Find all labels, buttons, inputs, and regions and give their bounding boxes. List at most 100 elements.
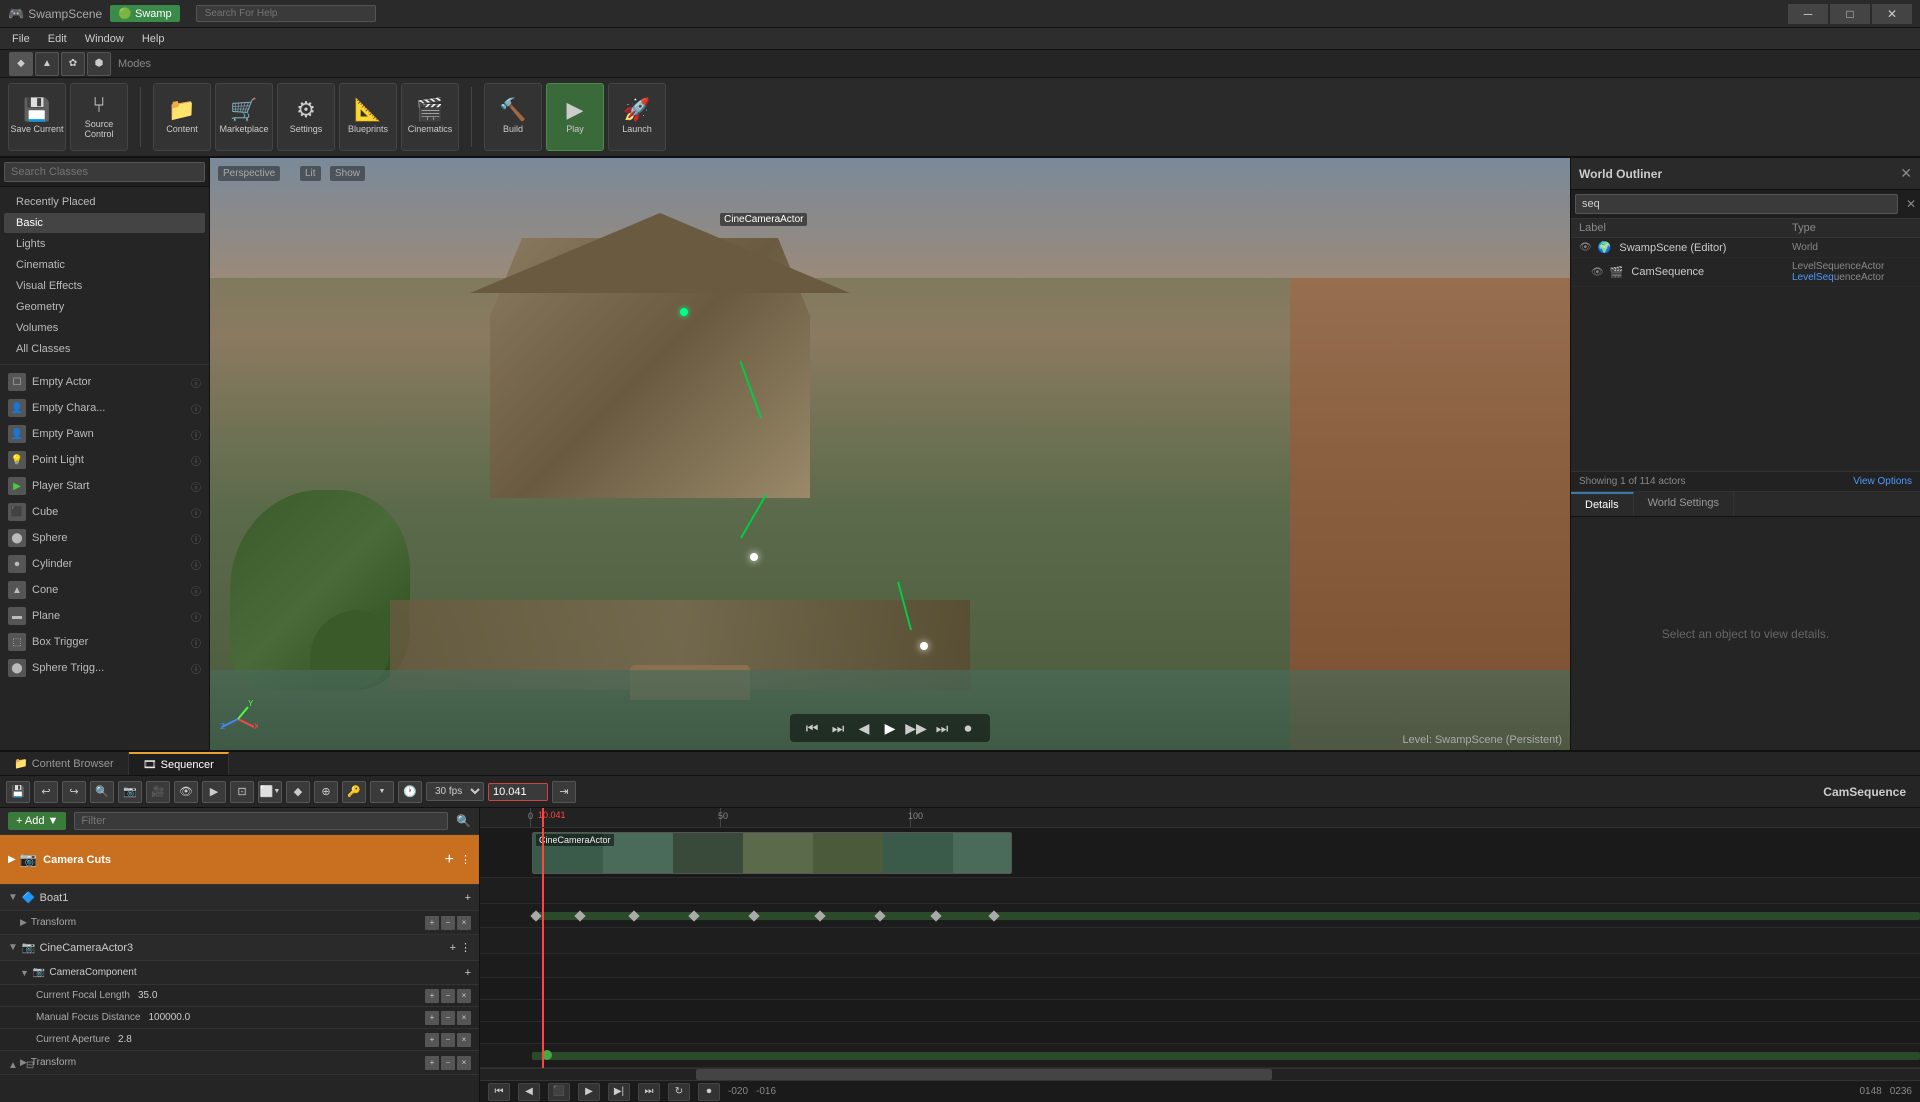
mesh-paint-mode-button[interactable]: ⬢ xyxy=(87,52,111,76)
paint-mode-button[interactable]: ▲ xyxy=(35,52,59,76)
marketplace-button[interactable]: 🛒 Marketplace xyxy=(215,83,273,151)
seq-key-button[interactable]: 🔑 xyxy=(342,781,366,803)
tab-sequencer[interactable]: 🎞 Sequencer xyxy=(129,752,229,775)
visibility-icon-camsequence[interactable]: 👁 xyxy=(1591,267,1604,278)
seq-go-end-btn[interactable]: ⏭ xyxy=(638,1083,660,1101)
outliner-close-button[interactable]: ✕ xyxy=(1900,165,1912,182)
blueprints-button[interactable]: 📐 Blueprints xyxy=(339,83,397,151)
seq-camera-button[interactable]: 📷 xyxy=(118,781,142,803)
seq-clock-button[interactable]: 🕐 xyxy=(398,781,422,803)
cinecamera-transform-more-btn[interactable]: × xyxy=(457,1056,471,1070)
category-basic[interactable]: Basic xyxy=(4,213,205,233)
select-mode-button[interactable]: ◆ xyxy=(9,52,33,76)
camera-cuts-add-icon[interactable]: + xyxy=(445,851,454,869)
class-info-sphere-trigger[interactable]: ⓘ xyxy=(191,661,201,676)
cinecamera-add-icon[interactable]: + xyxy=(450,942,456,954)
viewport-perspective-btn[interactable]: Perspective xyxy=(218,166,280,181)
seq-undo-button[interactable]: ↩ xyxy=(34,781,58,803)
seq-search-button[interactable]: 🔍 xyxy=(90,781,114,803)
aperture-more-btn[interactable]: × xyxy=(457,1033,471,1047)
class-info-plane[interactable]: ⓘ xyxy=(191,609,201,624)
track-aperture[interactable]: Current Aperture 2.8 + − × xyxy=(0,1029,479,1051)
focal-length-key-btn[interactable]: + xyxy=(425,989,439,1003)
class-item-sphere-trigger[interactable]: ⬤ Sphere Trigg... ⓘ xyxy=(0,655,209,681)
class-item-point-light[interactable]: 💡 Point Light ⓘ xyxy=(0,447,209,473)
save-current-button[interactable]: 💾 Save Current xyxy=(8,83,66,151)
cinematics-button[interactable]: 🎬 Cinematics xyxy=(401,83,459,151)
seq-render-button[interactable]: 🎥 xyxy=(146,781,170,803)
aperture-opt-btn[interactable]: − xyxy=(441,1033,455,1047)
help-search[interactable] xyxy=(196,5,376,22)
seq-loop-btn[interactable]: ↻ xyxy=(668,1083,690,1101)
category-cinematic[interactable]: Cinematic xyxy=(4,255,205,275)
class-item-player-start[interactable]: ▶ Player Start ⓘ xyxy=(0,473,209,499)
class-item-empty-pawn[interactable]: 👤 Empty Pawn ⓘ xyxy=(0,421,209,447)
seq-go-start-btn[interactable]: ⏮ xyxy=(488,1083,510,1101)
category-visual-effects[interactable]: Visual Effects xyxy=(4,276,205,296)
boat1-transform-opt-btn[interactable]: − xyxy=(441,916,455,930)
tab-world-settings[interactable]: World Settings xyxy=(1634,492,1734,516)
category-geometry[interactable]: Geometry xyxy=(4,297,205,317)
seq-stop-btn[interactable]: ⬛ xyxy=(548,1083,570,1101)
seq-scrollbar[interactable] xyxy=(480,1068,1920,1080)
boat1-add-icon[interactable]: + xyxy=(465,892,471,904)
boat1-transform-expand-icon[interactable]: ▶ xyxy=(20,917,27,928)
outliner-search-clear-icon[interactable]: ✕ xyxy=(1906,197,1916,211)
source-control-button[interactable]: ⑂ Source Control xyxy=(70,83,128,151)
focus-distance-key-btn[interactable]: + xyxy=(425,1011,439,1025)
step-forward-button[interactable]: ▶▶ xyxy=(906,718,926,738)
tab-content-browser[interactable]: 📁 Content Browser xyxy=(0,752,129,775)
class-item-cube[interactable]: ⬛ Cube ⓘ xyxy=(0,499,209,525)
tab-details[interactable]: Details xyxy=(1571,492,1634,516)
aperture-key-btn[interactable]: + xyxy=(425,1033,439,1047)
seq-extra-button[interactable]: ⇥ xyxy=(552,781,576,803)
class-info-empty-pawn[interactable]: ⓘ xyxy=(191,427,201,442)
visibility-icon-swampscene[interactable]: 👁 xyxy=(1579,242,1592,253)
camera-cuts-options-icon[interactable]: ⋮ xyxy=(460,853,471,866)
track-cinecamera-transform[interactable]: ▶ Transform + − × xyxy=(0,1051,479,1075)
track-focal-length[interactable]: Current Focal Length 35.0 + − × xyxy=(0,985,479,1007)
focus-distance-more-btn[interactable]: × xyxy=(457,1011,471,1025)
step-back-button[interactable]: ⏭ xyxy=(828,718,848,738)
track-cinecamera[interactable]: ▼ 📷 CineCameraActor3 + ⋮ xyxy=(0,935,479,961)
class-info-cone[interactable]: ⓘ xyxy=(191,583,201,598)
seq-record-btn[interactable]: ⏺ xyxy=(698,1083,720,1101)
tl-clip-main[interactable]: CineCameraActor xyxy=(532,832,1012,874)
viewport-show-btn[interactable]: Show xyxy=(330,166,365,181)
viewport-lit-btn[interactable]: Lit xyxy=(300,166,321,181)
seq-view-button[interactable]: 👁 xyxy=(174,781,198,803)
camera-component-add-icon[interactable]: + xyxy=(465,967,471,979)
seq-save-button[interactable]: 💾 xyxy=(6,781,30,803)
class-item-sphere[interactable]: ⬤ Sphere ⓘ xyxy=(0,525,209,551)
play-button[interactable]: ▶ Play xyxy=(546,83,604,151)
seq-play-fwd-btn[interactable]: ▶ xyxy=(578,1083,600,1101)
seq-redo-button[interactable]: ↪ xyxy=(62,781,86,803)
search-classes-input[interactable] xyxy=(4,162,205,182)
camera-cuts-expand-icon[interactable]: ▶ xyxy=(8,854,16,865)
menu-window[interactable]: Window xyxy=(77,31,132,47)
boat1-transform-key-btn[interactable]: + xyxy=(425,916,439,930)
launch-button[interactable]: 🚀 Launch xyxy=(608,83,666,151)
record-button[interactable]: ⏺ xyxy=(958,718,978,738)
seq-prev-btn[interactable]: ◀ xyxy=(518,1083,540,1101)
content-button[interactable]: 📁 Content xyxy=(153,83,211,151)
maximize-button[interactable]: □ xyxy=(1830,4,1870,24)
class-item-empty-actor[interactable]: ☐ Empty Actor ⓘ xyxy=(0,369,209,395)
class-info-empty-actor[interactable]: ⓘ xyxy=(191,375,201,390)
cinecamera-transform-key-btn[interactable]: + xyxy=(425,1056,439,1070)
class-item-empty-character[interactable]: 👤 Empty Chara... ⓘ xyxy=(0,395,209,421)
menu-help[interactable]: Help xyxy=(134,31,173,47)
menu-file[interactable]: File xyxy=(4,31,38,47)
settings-button[interactable]: ⚙ Settings xyxy=(277,83,335,151)
class-item-box-trigger[interactable]: ⬚ Box Trigger ⓘ xyxy=(0,629,209,655)
seq-loop-button[interactable]: ⊡ xyxy=(230,781,254,803)
outliner-row-swampscene[interactable]: 👁 🌍 SwampScene (Editor) World xyxy=(1571,238,1920,258)
menu-edit[interactable]: Edit xyxy=(40,31,75,47)
outliner-search-input[interactable] xyxy=(1575,194,1898,214)
timeline-tracks[interactable]: CineCameraActor xyxy=(480,828,1920,1068)
seq-filter-search-icon[interactable]: 🔍 xyxy=(456,814,471,828)
go-to-start-button[interactable]: ⏮ xyxy=(802,718,822,738)
seq-filter-input[interactable] xyxy=(74,812,448,830)
foliage-mode-button[interactable]: ✿ xyxy=(61,52,85,76)
boat1-expand-icon[interactable]: ▼ xyxy=(8,892,18,903)
